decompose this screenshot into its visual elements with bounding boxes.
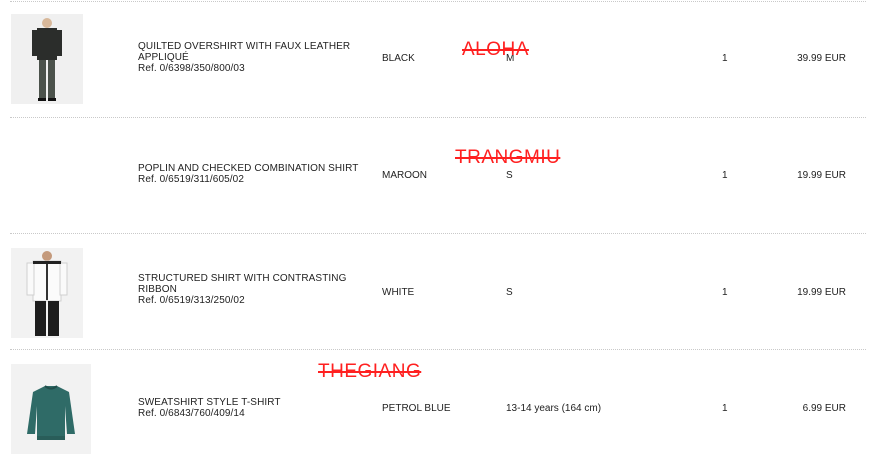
product-color: PETROL BLUE (382, 403, 451, 414)
product-quantity[interactable]: 1 (722, 170, 728, 181)
product-name[interactable]: SWEATSHIRT STYLE T-SHIRT (138, 397, 368, 408)
product-ref: Ref. 0/6519/311/605/02 (138, 174, 244, 185)
product-description: STRUCTURED SHIRT WITH CONTRASTING RIBBON… (138, 273, 368, 306)
product-ref: Ref. 0/6519/313/250/02 (138, 295, 245, 306)
product-price: 19.99 EUR (797, 287, 846, 298)
product-ref: Ref. 0/6398/350/800/03 (138, 63, 245, 74)
product-quantity[interactable]: 1 (722, 403, 728, 414)
overlay-stamp-trangmiu: TRANGMIU (455, 147, 561, 168)
product-description: POPLIN AND CHECKED COMBINATION SHIRT Ref… (138, 163, 368, 185)
product-color: WHITE (382, 287, 415, 298)
product-color: BLACK (382, 53, 415, 64)
product-description: SWEATSHIRT STYLE T-SHIRT Ref. 0/6843/760… (138, 397, 368, 419)
product-quantity[interactable]: 1 (722, 53, 728, 64)
product-size: 13-14 years (164 cm) (506, 403, 602, 414)
product-color: MAROON (382, 170, 427, 181)
product-ref: Ref. 0/6843/760/409/14 (138, 408, 245, 419)
cart-item-row: QUILTED OVERSHIRT WITH FAUX LEATHER APPL… (0, 0, 876, 116)
product-quantity[interactable]: 1 (722, 287, 728, 298)
product-name[interactable]: QUILTED OVERSHIRT WITH FAUX LEATHER (138, 41, 368, 52)
product-thumbnail[interactable] (11, 364, 91, 454)
cart-item-row: STRUCTURED SHIRT WITH CONTRASTING RIBBON… (0, 232, 876, 348)
cart-item-row: POPLIN AND CHECKED COMBINATION SHIRT Ref… (0, 116, 876, 232)
product-price: 39.99 EUR (797, 53, 846, 64)
overlay-stamp-thegiang: THEGIANG (318, 361, 422, 382)
product-name[interactable]: STRUCTURED SHIRT WITH CONTRASTING (138, 273, 368, 284)
product-name-cont[interactable]: RIBBON (138, 284, 368, 295)
product-name[interactable]: POPLIN AND CHECKED COMBINATION SHIRT (138, 163, 368, 174)
product-name-cont[interactable]: APPLIQUÉ (138, 52, 368, 63)
product-description: QUILTED OVERSHIRT WITH FAUX LEATHER APPL… (138, 41, 368, 74)
product-thumbnail[interactable] (11, 248, 83, 338)
product-price: 19.99 EUR (797, 170, 846, 181)
overlay-stamp-aloha: ALOHA (462, 39, 529, 60)
product-size: S (506, 287, 513, 298)
product-price: 6.99 EUR (802, 403, 846, 414)
product-thumbnail[interactable] (11, 14, 83, 104)
cart-item-row: SWEATSHIRT STYLE T-SHIRT Ref. 0/6843/760… (0, 348, 876, 464)
product-size: S (506, 170, 513, 181)
